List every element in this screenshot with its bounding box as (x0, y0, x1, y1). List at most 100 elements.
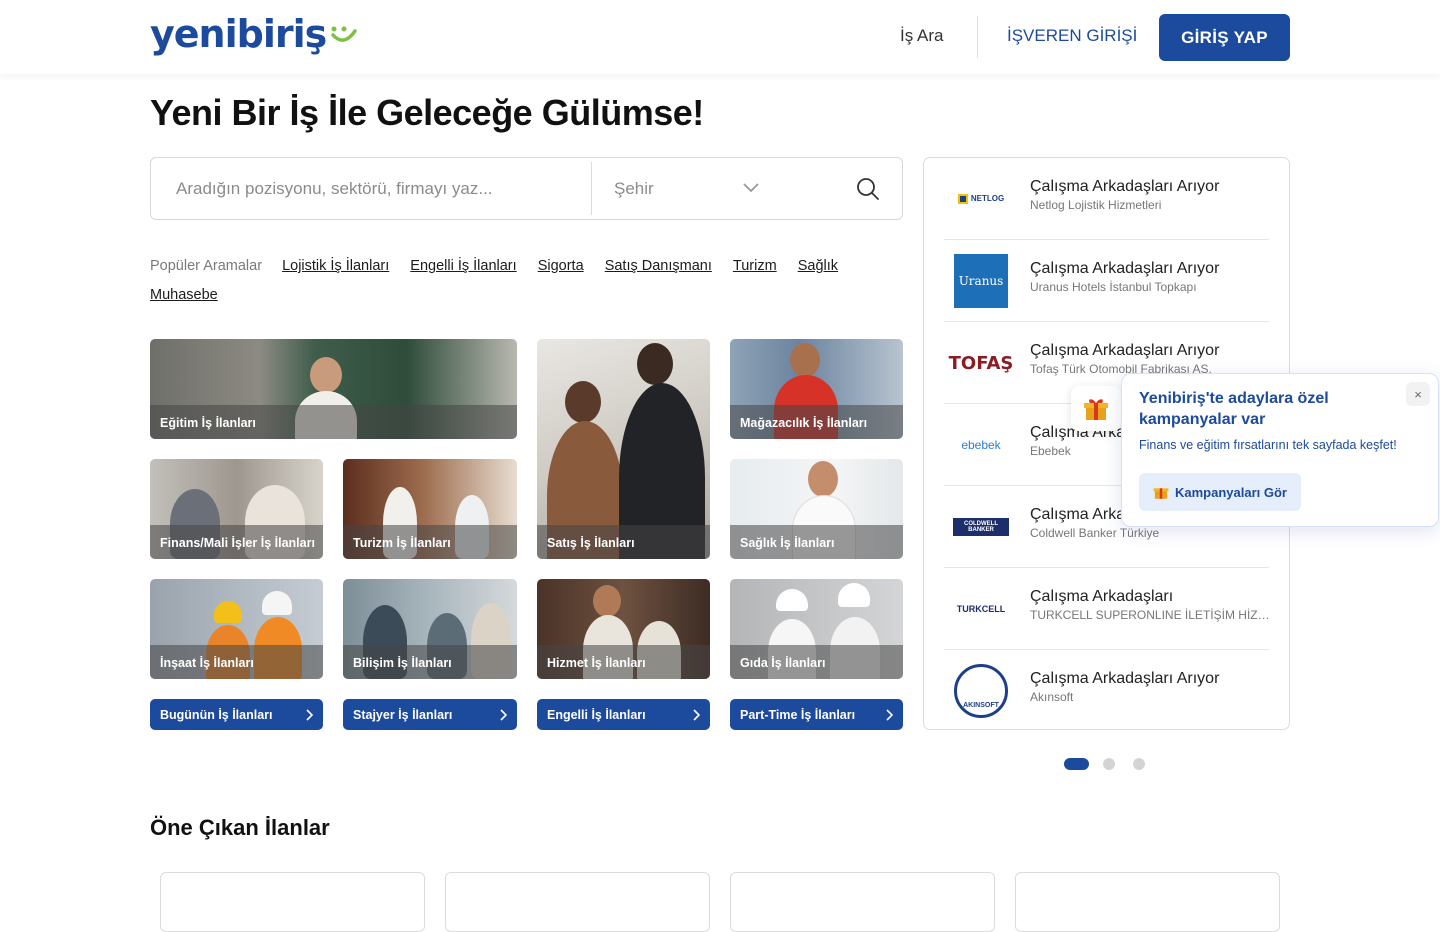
category-label: Hizmet İş İlanları (547, 656, 646, 670)
featured-card[interactable] (160, 872, 425, 932)
popular-link[interactable]: Lojistik İş İlanları (282, 252, 389, 281)
campaigns-button-label: Kampanyaları Gör (1175, 484, 1287, 500)
popular-link[interactable]: Sigorta (538, 252, 584, 281)
search-input[interactable]: Aradığın pozisyonu, sektörü, firmayı yaz… (176, 179, 493, 199)
logo-text: yenibiriş (150, 12, 327, 56)
company-logo: NETLOG (952, 172, 1010, 226)
company-logo: AKINSOFT (952, 664, 1010, 718)
category-tile-insaat[interactable]: İnşaat İş İlanları (150, 579, 323, 679)
chevron-down-icon[interactable] (741, 178, 761, 198)
category-image (593, 585, 621, 617)
chevron-right-icon (500, 708, 507, 721)
category-image (838, 583, 870, 607)
category-tile-satis[interactable]: Satış İş İlanları (537, 339, 710, 559)
category-tile-magazacilik[interactable]: Mağazacılık İş İlanları (730, 339, 903, 439)
featured-card[interactable] (1015, 872, 1280, 932)
company-logo-text: ebebek (961, 438, 1001, 452)
category-tile-finans[interactable]: Finans/Mali İşler İş İlanları (150, 459, 323, 559)
category-label: Finans/Mali İşler İş İlanları (160, 536, 315, 550)
company-logo-text: TOFAŞ (948, 352, 1014, 374)
site-header: yenibiriş İş Ara İŞVEREN GİRİŞİ GİRİŞ YA… (0, 0, 1440, 74)
close-icon[interactable]: × (1406, 382, 1430, 406)
featured-card[interactable] (445, 872, 710, 932)
quick-link-parttime[interactable]: Part-Time İş İlanları (730, 699, 903, 730)
category-tile-hizmet[interactable]: Hizmet İş İlanları (537, 579, 710, 679)
company-logo-text: Uranus (958, 274, 1004, 288)
quick-link-disabled[interactable]: Engelli İş İlanları (537, 699, 710, 730)
popup-title: Yenibiriş'te adaylara özel kampanyalar v… (1139, 390, 1329, 428)
carousel-dot[interactable] (1103, 758, 1115, 770)
quick-link-intern[interactable]: Stajyer İş İlanları (343, 699, 517, 730)
company-title: Çalışma Arkadaşları (1030, 588, 1174, 605)
chevron-right-icon (306, 708, 313, 721)
popup-text: Finans ve eğitim fırsatlarını tek sayfad… (1139, 438, 1397, 452)
carousel-dot[interactable] (1133, 758, 1145, 770)
nav-job-search[interactable]: İş Ara (900, 26, 943, 46)
search-icon[interactable] (855, 176, 881, 202)
category-label: Satış İş İlanları (547, 536, 635, 550)
company-row[interactable]: Uranus Çalışma Arkadaşları Arıyor Uranus… (944, 240, 1269, 322)
chevron-right-icon (886, 708, 893, 721)
company-row[interactable]: AKINSOFT Çalışma Arkadaşları Arıyor Akın… (944, 650, 1269, 729)
company-logo-text: NETLOG (970, 194, 1005, 203)
nav-divider (977, 16, 978, 58)
company-logo-text: TURKCELL (956, 604, 1006, 614)
popular-link[interactable]: Sağlık (798, 252, 838, 281)
category-label: Eğitim İş İlanları (160, 416, 256, 430)
company-name: Coldwell Banker Türkiye (1030, 526, 1160, 540)
category-image (808, 461, 838, 497)
category-image (310, 357, 342, 393)
site-logo[interactable]: yenibiriş (150, 12, 358, 56)
category-label: Sağlık İş İlanları (740, 536, 835, 550)
featured-card[interactable] (730, 872, 995, 932)
category-image (214, 601, 242, 623)
category-label: Turizm İş İlanları (353, 536, 451, 550)
category-tile-gida[interactable]: Gıda İş İlanları (730, 579, 903, 679)
company-title: Çalışma Arkadaşları Arıyor (1030, 178, 1220, 195)
company-name: TURKCELL SUPERONLINE İLETİŞİM HİZMETLERİ (1030, 608, 1270, 622)
category-label: Gıda İş İlanları (740, 656, 826, 670)
city-select[interactable]: Şehir (614, 179, 654, 199)
company-logo: Uranus (954, 254, 1008, 308)
category-image (637, 343, 673, 385)
company-name: Uranus Hotels İstanbul Topkapı (1030, 280, 1197, 294)
category-image (262, 591, 292, 615)
quick-link-label: Engelli İş İlanları (547, 707, 646, 722)
gift-icon (1153, 488, 1169, 499)
company-logo-text: AKINSOFT (963, 702, 999, 709)
carousel-dot[interactable] (1064, 758, 1089, 770)
nav-employer-login[interactable]: İŞVEREN GİRİŞİ (1007, 26, 1137, 46)
company-logo: ebebek (952, 418, 1010, 472)
category-image (790, 343, 820, 377)
popular-link[interactable]: Engelli İş İlanları (410, 252, 516, 281)
popular-searches: Popüler Aramalar Lojistik İş İlanları En… (150, 252, 870, 310)
featured-title: Öne Çıkan İlanlar (150, 815, 330, 840)
chevron-right-icon (693, 708, 700, 721)
popular-link[interactable]: Satış Danışmanı (605, 252, 712, 281)
quick-link-today[interactable]: Bugünün İş İlanları (150, 699, 323, 730)
hero-title: Yeni Bir İş İle Geleceğe Gülümse! (150, 92, 704, 133)
smile-icon (331, 26, 357, 42)
login-button[interactable]: GİRİŞ YAP (1159, 14, 1290, 61)
company-name: Akınsoft (1030, 690, 1074, 704)
campaigns-button[interactable]: Kampanyaları Gör (1139, 473, 1301, 511)
popular-link[interactable]: Muhasebe (150, 281, 218, 310)
category-tile-egitim[interactable]: Eğitim İş İlanları (150, 339, 517, 439)
company-title: Çalışma Arkadaşları Arıyor (1030, 670, 1220, 687)
category-tile-bilisim[interactable]: Bilişim İş İlanları (343, 579, 517, 679)
company-name: Netlog Lojistik Hizmetleri (1030, 198, 1162, 212)
company-row[interactable]: TURKCELL Çalışma Arkadaşları TURKCELL SU… (944, 568, 1270, 650)
company-row[interactable]: NETLOG Çalışma Arkadaşları Arıyor Netlog… (944, 158, 1269, 240)
company-name: Ebebek (1030, 444, 1071, 458)
category-tile-saglik[interactable]: Sağlık İş İlanları (730, 459, 903, 559)
gift-icon[interactable] (1071, 386, 1121, 431)
popular-label: Popüler Aramalar (150, 258, 263, 274)
company-title: Çalışma Arkadaşları Arıyor (1030, 342, 1220, 359)
company-title: Çalışma Arkadaşları Arıyor (1030, 260, 1220, 277)
company-logo-text: COLDWELL BANKER (953, 518, 1009, 536)
category-tile-turizm[interactable]: Turizm İş İlanları (343, 459, 517, 559)
popular-link[interactable]: Turizm (733, 252, 777, 281)
category-image (565, 381, 601, 423)
quick-link-label: Stajyer İş İlanları (353, 707, 453, 722)
search-bar: Aradığın pozisyonu, sektörü, firmayı yaz… (150, 157, 903, 220)
